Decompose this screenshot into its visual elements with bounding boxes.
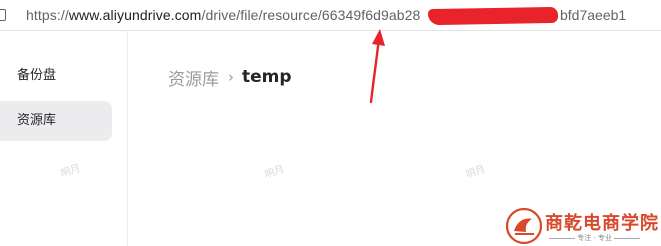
address-bar[interactable]: https://www.aliyundrive.com/drive/file/r…	[0, 0, 661, 31]
watermark: 明月	[263, 163, 286, 181]
logo-emblem-icon	[505, 207, 543, 245]
sidebar-item-backup-drive[interactable]: 备份盘	[0, 56, 112, 96]
breadcrumb: 资源库 › temp	[168, 64, 292, 90]
sidebar-item-label: 备份盘	[17, 68, 57, 83]
breadcrumb-current: temp	[242, 67, 292, 87]
url-prefix: https://	[26, 7, 69, 23]
chevron-right-icon: ›	[228, 68, 234, 86]
logo-title: 商乾电商学院	[545, 213, 659, 234]
redaction-mark	[427, 6, 559, 26]
breadcrumb-parent-link[interactable]: 资源库	[168, 65, 219, 90]
sidebar-item-label: 资源库	[17, 113, 57, 128]
url-host: www.aliyundrive.com	[68, 7, 202, 23]
sidebar-item-resource-library[interactable]: 资源库	[0, 101, 112, 141]
logo-slogan: 专注 · 专业	[549, 233, 641, 243]
url-path: /drive/file/resource/66349f6d9ab28	[201, 7, 421, 23]
lock-icon[interactable]	[0, 9, 6, 21]
watermark: 明月	[464, 163, 487, 181]
screen: https://www.aliyundrive.com/drive/file/r…	[0, 0, 661, 246]
sidebar: 备份盘 资源库	[0, 31, 128, 246]
annotation-arrow	[369, 29, 385, 104]
url-tail: bfd7aeeb1	[560, 7, 627, 23]
url-field[interactable]: https://www.aliyundrive.com/drive/file/r…	[26, 6, 420, 24]
